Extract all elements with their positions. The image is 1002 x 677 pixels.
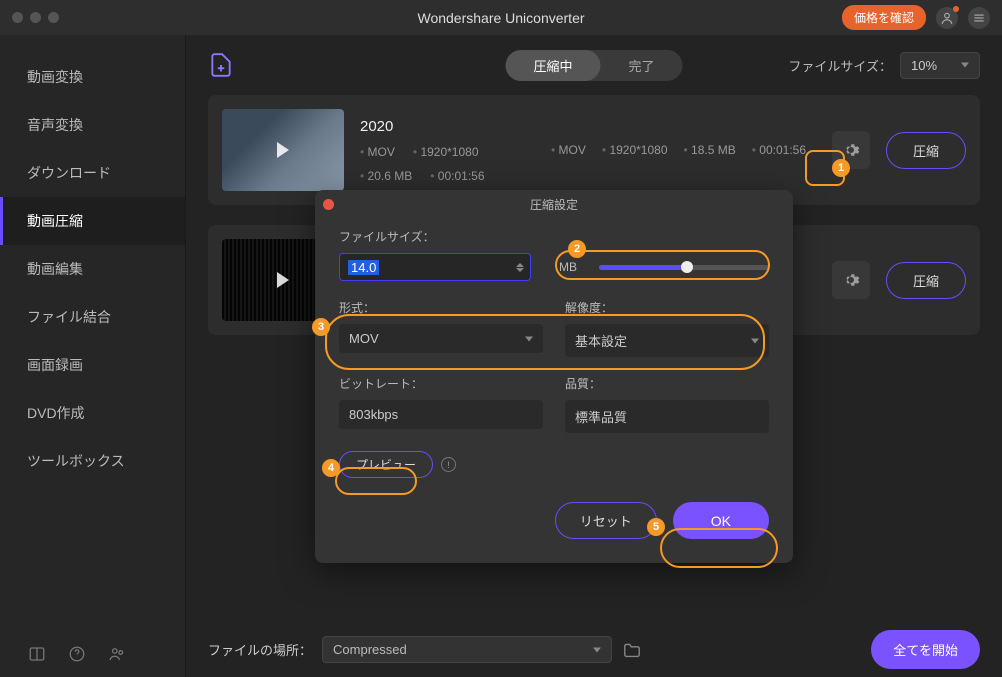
output-metadata: MOV1920*108018.5 MB00:01:56: [551, 143, 816, 157]
sidebar-item-screen-record[interactable]: 画面録画: [0, 341, 185, 389]
filesize-label: ファイルサイズ：: [788, 56, 892, 75]
settings-button[interactable]: [832, 261, 870, 299]
video-thumbnail[interactable]: [222, 109, 344, 191]
account-icon[interactable]: [936, 7, 958, 29]
stepper-down-icon[interactable]: [516, 268, 524, 272]
compress-button[interactable]: 圧縮: [886, 262, 966, 299]
app-title: Wondershare Uniconverter: [417, 10, 584, 26]
play-icon: [277, 142, 289, 158]
minimize-window-icon[interactable]: [30, 12, 41, 23]
menu-icon[interactable]: [968, 7, 990, 29]
open-folder-icon[interactable]: [622, 642, 642, 658]
annotation-badge-1: 1: [832, 159, 850, 177]
annotation-badge-5: 5: [647, 518, 665, 536]
top-toolbar: 圧縮中 完了 ファイルサイズ： 10%: [186, 35, 1002, 95]
tab-compressing[interactable]: 圧縮中: [505, 50, 600, 81]
sidebar-item-video-edit[interactable]: 動画編集: [0, 245, 185, 293]
sidebar-item-file-merge[interactable]: ファイル結合: [0, 293, 185, 341]
file-name: 2020: [360, 118, 535, 135]
start-all-button[interactable]: 全てを開始: [871, 630, 980, 669]
dialog-title: 圧縮設定: [530, 196, 578, 213]
add-file-icon[interactable]: [208, 52, 234, 78]
notification-dot-icon: [953, 6, 959, 12]
sidebar-item-toolbox[interactable]: ツールボックス: [0, 437, 185, 485]
filesize-unit: MB: [559, 260, 577, 274]
reset-button[interactable]: リセット: [555, 502, 657, 539]
slider-thumb[interactable]: [681, 261, 693, 273]
source-metadata: MOV1920*1080: [360, 145, 535, 159]
source-metadata-2: 20.6 MB00:01:56: [360, 169, 535, 183]
compress-button[interactable]: 圧縮: [886, 132, 966, 169]
filesize-select[interactable]: 10%: [900, 52, 980, 79]
quality-field-label: 品質：: [565, 375, 769, 392]
file-card: 2020 MOV1920*1080 20.6 MB00:01:56 MOV192…: [208, 95, 980, 205]
tab-done[interactable]: 完了: [601, 50, 683, 81]
footer-bar: ファイルの場所： Compressed 全てを開始: [186, 622, 1002, 677]
sidebar: 動画変換 音声変換 ダウンロード 動画圧縮 動画編集 ファイル結合 画面録画 D…: [0, 35, 186, 677]
annotation-badge-3: 3: [312, 318, 330, 336]
sidebar-item-audio-convert[interactable]: 音声変換: [0, 101, 185, 149]
compress-settings-dialog: 圧縮設定 ファイルサイズ： 14.0 MB 形式： MOV: [315, 190, 793, 563]
bitrate-field-label: ビットレート：: [339, 375, 543, 392]
stepper-up-icon[interactable]: [516, 263, 524, 267]
format-field-label: 形式：: [339, 299, 543, 316]
price-check-button[interactable]: 価格を確認: [842, 5, 926, 30]
zoom-window-icon[interactable]: [48, 12, 59, 23]
preview-button[interactable]: プレビュー: [339, 451, 433, 478]
annotation-badge-4: 4: [322, 459, 340, 477]
sidebar-item-video-convert[interactable]: 動画変換: [0, 53, 185, 101]
status-tabs: 圧縮中 完了: [505, 50, 682, 81]
filesize-slider[interactable]: [599, 265, 769, 270]
info-icon[interactable]: !: [441, 457, 456, 472]
resolution-select[interactable]: 基本設定: [565, 324, 769, 357]
close-window-icon[interactable]: [12, 12, 23, 23]
bitrate-value: 803kbps: [339, 400, 543, 429]
location-select[interactable]: Compressed: [322, 636, 612, 663]
dialog-close-icon[interactable]: [323, 199, 334, 210]
community-icon[interactable]: [108, 645, 126, 663]
window-controls[interactable]: [12, 12, 59, 23]
window-titlebar: Wondershare Uniconverter 価格を確認: [0, 0, 1002, 35]
sidebar-item-download[interactable]: ダウンロード: [0, 149, 185, 197]
resolution-field-label: 解像度：: [565, 299, 769, 316]
location-label: ファイルの場所：: [208, 640, 312, 659]
sidebar-item-video-compress[interactable]: 動画圧縮: [0, 197, 185, 245]
quality-value: 標準品質: [565, 400, 769, 433]
sidebar-item-dvd-create[interactable]: DVD作成: [0, 389, 185, 437]
format-select[interactable]: MOV: [339, 324, 543, 353]
play-icon: [277, 272, 289, 288]
help-icon[interactable]: [68, 645, 86, 663]
annotation-badge-2: 2: [568, 240, 586, 258]
ok-button[interactable]: OK: [673, 502, 769, 539]
filesize-spinner[interactable]: 14.0: [339, 253, 531, 281]
filesize-field-label: ファイルサイズ：: [339, 228, 769, 245]
tutorial-icon[interactable]: [28, 645, 46, 663]
